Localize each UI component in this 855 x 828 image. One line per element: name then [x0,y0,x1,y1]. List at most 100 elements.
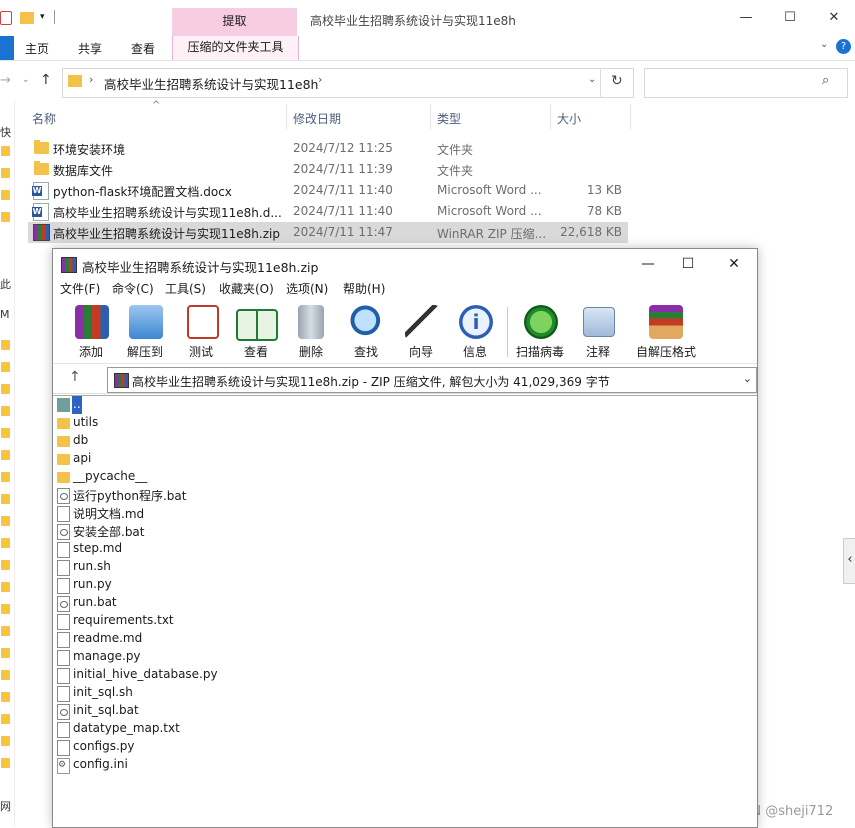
maximize-button[interactable]: ☐ [679,255,697,273]
folder-icon[interactable] [1,340,10,350]
info-button[interactable]: i 信息 [447,303,503,359]
breadcrumb[interactable]: 高校毕业生招聘系统设计与实现11e8h [104,74,318,93]
up-arrow-icon[interactable]: ↑ [40,72,52,88]
folder-icon[interactable] [1,146,10,156]
column-header-size[interactable]: 大小 [557,110,581,127]
folder-icon[interactable] [1,582,10,592]
tab-compressed-folder-tools[interactable]: 压缩的文件夹工具 [172,36,299,60]
nav-item-this-pc[interactable]: 此 [0,276,11,292]
column-divider[interactable] [430,104,431,130]
path-dropdown[interactable]: 高校毕业生招聘系统设计与实现11e8h.zip - ZIP 压缩文件, 解包大小… [107,367,757,393]
list-item[interactable]: readme.md [53,630,453,648]
list-item[interactable]: init_sql.sh [53,684,453,702]
list-item[interactable]: run.py [53,576,453,594]
column-header-date[interactable]: 修改日期 [293,110,341,127]
nav-item[interactable]: M [0,308,10,321]
folder-icon[interactable] [1,538,10,548]
menu-file[interactable]: 文件(F) [60,280,100,297]
column-divider[interactable] [286,104,287,130]
add-button[interactable]: 添加 [63,303,119,359]
list-item[interactable]: __pycache__ [53,468,453,486]
folder-icon[interactable] [20,12,34,24]
test-button[interactable]: 测试 [173,303,229,359]
folder-icon[interactable] [1,758,10,768]
file-row[interactable]: 环境安装环境 2024/7/12 11:25 文件夹 [28,138,628,159]
list-item[interactable]: requirements.txt [53,612,453,630]
list-item[interactable]: 安装全部.bat [53,522,453,540]
file-tab[interactable] [0,36,14,60]
folder-icon[interactable] [1,212,10,222]
folder-icon[interactable] [1,670,10,680]
folder-icon[interactable] [1,168,10,178]
list-item[interactable]: 运行python程序.bat [53,486,453,504]
delete-button[interactable]: 删除 [283,303,339,359]
list-item[interactable]: configs.py [53,738,453,756]
folder-icon[interactable] [1,604,10,614]
search-icon[interactable]: ⌕ [822,73,829,88]
context-tab-extract[interactable]: 提取 [172,8,297,36]
help-icon[interactable]: ? [836,39,851,54]
back-arrow-icon[interactable]: → [0,73,11,88]
list-item[interactable]: config.ini [53,756,453,774]
refresh-icon[interactable]: ↻ [611,73,623,89]
folder-icon[interactable] [1,362,10,372]
folder-icon[interactable] [1,494,10,504]
folder-icon[interactable] [1,626,10,636]
close-button[interactable]: ✕ [725,255,743,273]
column-divider[interactable] [550,104,551,130]
file-row[interactable]: python-flask环境配置文档.docx 2024/7/11 11:40 … [28,180,628,201]
column-divider[interactable] [630,104,631,130]
minimize-button[interactable]: — [639,255,657,273]
tab-share[interactable]: 共享 [78,40,102,57]
close-button[interactable]: ✕ [826,10,842,26]
list-item[interactable]: manage.py [53,648,453,666]
list-item[interactable]: 说明文档.md [53,504,453,522]
chevron-down-icon[interactable]: ⌄ [743,372,752,385]
list-item[interactable]: init_sql.bat [53,702,453,720]
file-row[interactable]: 高校毕业生招聘系统设计与实现11e8h.d... 2024/7/11 11:40… [28,201,628,222]
folder-icon[interactable] [1,428,10,438]
breadcrumb-separator-icon[interactable]: › [89,73,93,86]
file-row-selected[interactable]: 高校毕业生招聘系统设计与实现11e8h.zip 2024/7/11 11:47 … [28,222,628,243]
menu-command[interactable]: 命令(C) [112,280,154,297]
nav-item-network[interactable]: 网 [0,798,11,814]
folder-icon[interactable] [1,450,10,460]
find-button[interactable]: 查找 [338,303,394,359]
ribbon-expand-icon[interactable]: ⌄ [820,39,828,50]
menu-help[interactable]: 帮助(H) [343,280,385,297]
sfx-button[interactable]: 自解压格式 [633,303,699,359]
folder-icon[interactable] [1,472,10,482]
list-item[interactable]: run.bat [53,594,453,612]
folder-icon[interactable] [1,516,10,526]
tab-view[interactable]: 查看 [131,40,155,57]
comment-button[interactable]: 注释 [570,303,626,359]
up-folder-icon[interactable]: ↑ [69,369,81,385]
breadcrumb-separator-icon[interactable]: › [318,73,322,86]
list-item[interactable]: .. [53,396,453,414]
wizard-button[interactable]: 向导 [393,303,449,359]
list-item[interactable]: api [53,450,453,468]
folder-icon[interactable] [1,406,10,416]
list-item[interactable]: db [53,432,453,450]
file-row[interactable]: 数据库文件 2024/7/11 11:39 文件夹 [28,159,628,180]
address-dropdown-icon[interactable]: ⌄ [588,74,596,85]
list-item[interactable]: datatype_map.txt [53,720,453,738]
scan-virus-button[interactable]: 扫描病毒 [512,303,568,359]
folder-icon[interactable] [1,692,10,702]
folder-icon[interactable] [1,714,10,724]
list-item[interactable]: initial_hive_database.py [53,666,453,684]
checkbox-icon[interactable] [0,11,12,25]
dropdown-arrow-icon[interactable]: ▾ [40,11,54,25]
menu-options[interactable]: 选项(N) [286,280,328,297]
menu-favorites[interactable]: 收藏夹(O) [219,280,274,297]
folder-icon[interactable] [1,560,10,570]
maximize-button[interactable]: ☐ [782,10,798,26]
view-button[interactable]: 查看 [228,303,284,359]
recent-dropdown-icon[interactable]: ⌄ [22,75,30,85]
minimize-button[interactable]: — [738,10,754,26]
list-item[interactable]: step.md [53,540,453,558]
nav-item-quick-access[interactable]: 快 [0,124,11,140]
search-input[interactable] [644,68,848,98]
side-panel-toggle[interactable]: ‹ [843,538,855,584]
list-item[interactable]: run.sh [53,558,453,576]
